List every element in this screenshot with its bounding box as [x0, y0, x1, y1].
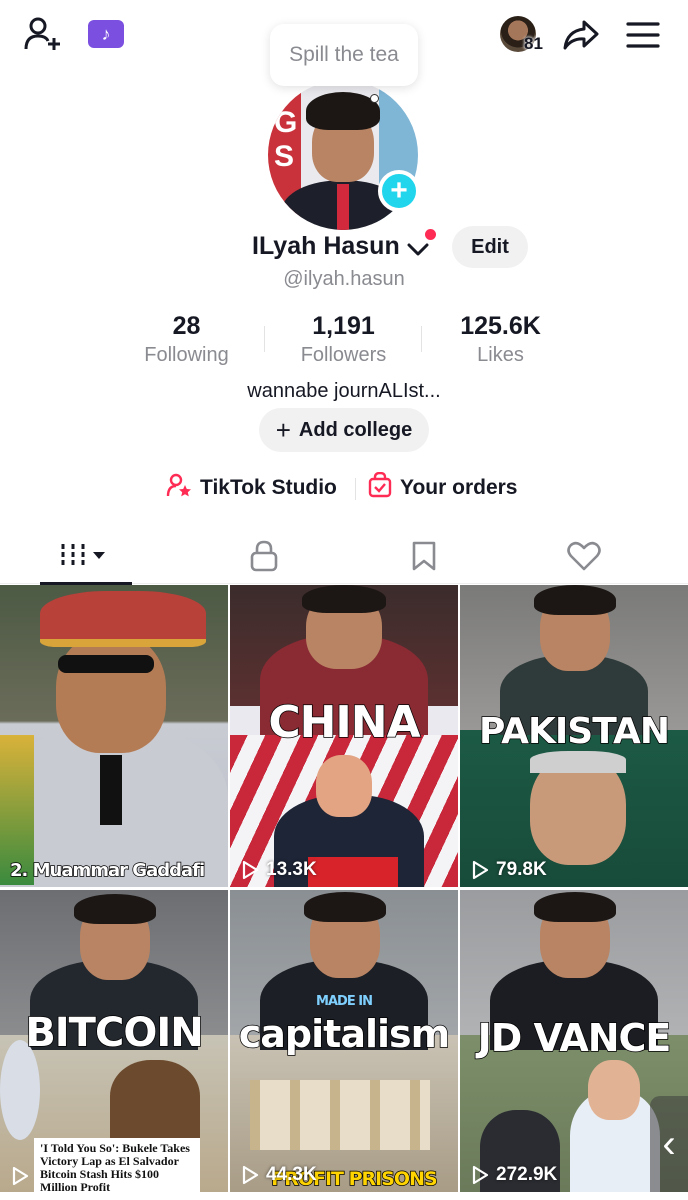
- tiktok-note-icon[interactable]: ♪: [88, 20, 124, 48]
- hamburger-menu-icon[interactable]: [622, 16, 664, 54]
- hair-shape: [534, 585, 616, 615]
- play-icon: [472, 860, 489, 880]
- videos-grid-icon: [61, 544, 105, 568]
- view-count-label: 13.3K: [266, 859, 317, 880]
- edit-profile-button[interactable]: Edit: [452, 226, 528, 268]
- china-flag: [308, 857, 398, 887]
- stat-value: 28: [172, 312, 201, 340]
- add-story-button[interactable]: +: [378, 170, 420, 212]
- tab-videos[interactable]: [0, 528, 172, 585]
- stat-followers[interactable]: 1,191 Followers: [265, 310, 422, 370]
- view-count: 13.3K: [240, 859, 317, 881]
- tab-private[interactable]: [178, 528, 350, 584]
- add-college-label: Add college: [298, 418, 413, 441]
- plus-icon: +: [275, 415, 291, 445]
- profile-name[interactable]: ILyah Hasun: [252, 232, 400, 261]
- avatar-status-dot: [370, 94, 379, 103]
- studio-label: TikTok Studio: [200, 476, 337, 499]
- note-bubble[interactable]: Spill the tea: [270, 24, 418, 86]
- profile-handle: @ilyah.hasun: [283, 268, 405, 290]
- face-shape: [56, 633, 166, 753]
- notification-dot: [425, 229, 436, 240]
- sunglasses-shape: [58, 655, 154, 673]
- view-count: 44.3K: [240, 1164, 317, 1186]
- view-count-label: 44.3K: [266, 1164, 317, 1185]
- video-grid: 2. Muammar Gaddafi CHINA 13.3K PAKISTAN …: [0, 585, 688, 1200]
- view-count-label: 272.9K: [496, 1164, 558, 1185]
- video-thumbnail[interactable]: CHINA 13.3K: [230, 585, 458, 887]
- stat-value: 1,191: [312, 312, 375, 340]
- play-icon: [472, 1165, 489, 1185]
- video-caption: capitalism: [238, 1011, 451, 1057]
- profile-links: TikTok Studio Your orders: [0, 470, 688, 506]
- hair-shape: [534, 892, 616, 922]
- video-thumbnail[interactable]: JD VANCE 272.9K ‹: [460, 890, 688, 1192]
- video-thumbnail[interactable]: 2. Muammar Gaddafi: [0, 585, 228, 887]
- view-count: 272.9K: [470, 1164, 557, 1186]
- play-icon: [242, 1165, 259, 1185]
- stat-following[interactable]: 28 Following: [108, 310, 265, 370]
- video-caption: CHINA: [268, 696, 422, 749]
- tab-liked[interactable]: [498, 528, 670, 584]
- play-icon: [242, 860, 259, 880]
- tie-shape: [100, 755, 122, 825]
- video-caption: BITCOIN: [25, 1009, 205, 1057]
- heart-icon: [567, 541, 601, 571]
- avatar-tie: [337, 184, 349, 230]
- face-shape: [588, 1060, 640, 1120]
- news-headline: 'I Told You So': Bukele Takes Victory La…: [34, 1138, 200, 1192]
- profile-tabs: [0, 528, 688, 585]
- share-arrow-icon[interactable]: [560, 16, 602, 54]
- bunks-shape: [250, 1080, 430, 1150]
- profile-stats: 28 Following 1,191 Followers 125.6K Like…: [108, 310, 580, 370]
- lock-icon: [250, 540, 278, 572]
- profile-avatar[interactable]: GS +: [268, 80, 420, 232]
- stat-value: 125.6K: [460, 312, 541, 340]
- video-caption: JD VANCE: [477, 1015, 672, 1061]
- avatar-hair: [306, 92, 380, 130]
- chevron-down-icon[interactable]: [406, 238, 430, 262]
- tab-favorites[interactable]: [338, 528, 510, 584]
- person-plus-icon[interactable]: [22, 14, 66, 54]
- video-thumbnail[interactable]: PAKISTAN 79.8K: [460, 585, 688, 887]
- profile-name-row: ILyah Hasun Edit: [0, 226, 688, 270]
- story-count: 81: [524, 34, 543, 53]
- view-count: 79.8K: [470, 859, 547, 881]
- stat-likes[interactable]: 125.6K Likes: [422, 310, 579, 370]
- tiktok-note-glyph: ♪: [101, 23, 111, 44]
- person-shape: [110, 1060, 200, 1140]
- hair-shape: [530, 751, 626, 773]
- avatar-background-letters: GS: [274, 106, 298, 173]
- view-count: [10, 1166, 30, 1186]
- video-thumbnail[interactable]: MADE IN capitalism PROFIT PRISONS 44.3K: [230, 890, 458, 1192]
- chevron-left-icon[interactable]: ‹: [650, 1096, 688, 1192]
- orders-bag-icon: [368, 471, 392, 504]
- studio-icon: [166, 472, 192, 504]
- view-count-label: 79.8K: [496, 859, 547, 880]
- hair-shape: [74, 894, 156, 924]
- hair-shape: [304, 892, 386, 922]
- story-avatar[interactable]: 81: [498, 14, 550, 54]
- tiktok-studio-link[interactable]: TikTok Studio: [166, 470, 337, 506]
- face-shape: [316, 755, 372, 817]
- link-divider: [355, 478, 356, 500]
- stat-label: Followers: [300, 344, 387, 366]
- play-icon: [12, 1166, 29, 1186]
- video-subcaption: MADE IN: [316, 994, 373, 1009]
- video-thumbnail[interactable]: BITCOIN 'I Told You So': Bukele Takes Vi…: [0, 890, 228, 1192]
- your-orders-link[interactable]: Your orders: [368, 470, 517, 506]
- video-caption: PAKISTAN: [478, 710, 670, 753]
- video-caption: 2. Muammar Gaddafi: [9, 859, 206, 882]
- orders-label: Your orders: [400, 476, 518, 499]
- profile-bio[interactable]: wannabe journALIst...: [0, 380, 688, 403]
- stat-label: Following: [144, 344, 229, 366]
- hair-shape: [302, 585, 386, 613]
- bookmark-icon: [412, 541, 436, 571]
- cap-shape: [40, 591, 206, 647]
- add-college-button[interactable]: + Add college: [259, 408, 429, 452]
- stat-label: Likes: [477, 344, 524, 366]
